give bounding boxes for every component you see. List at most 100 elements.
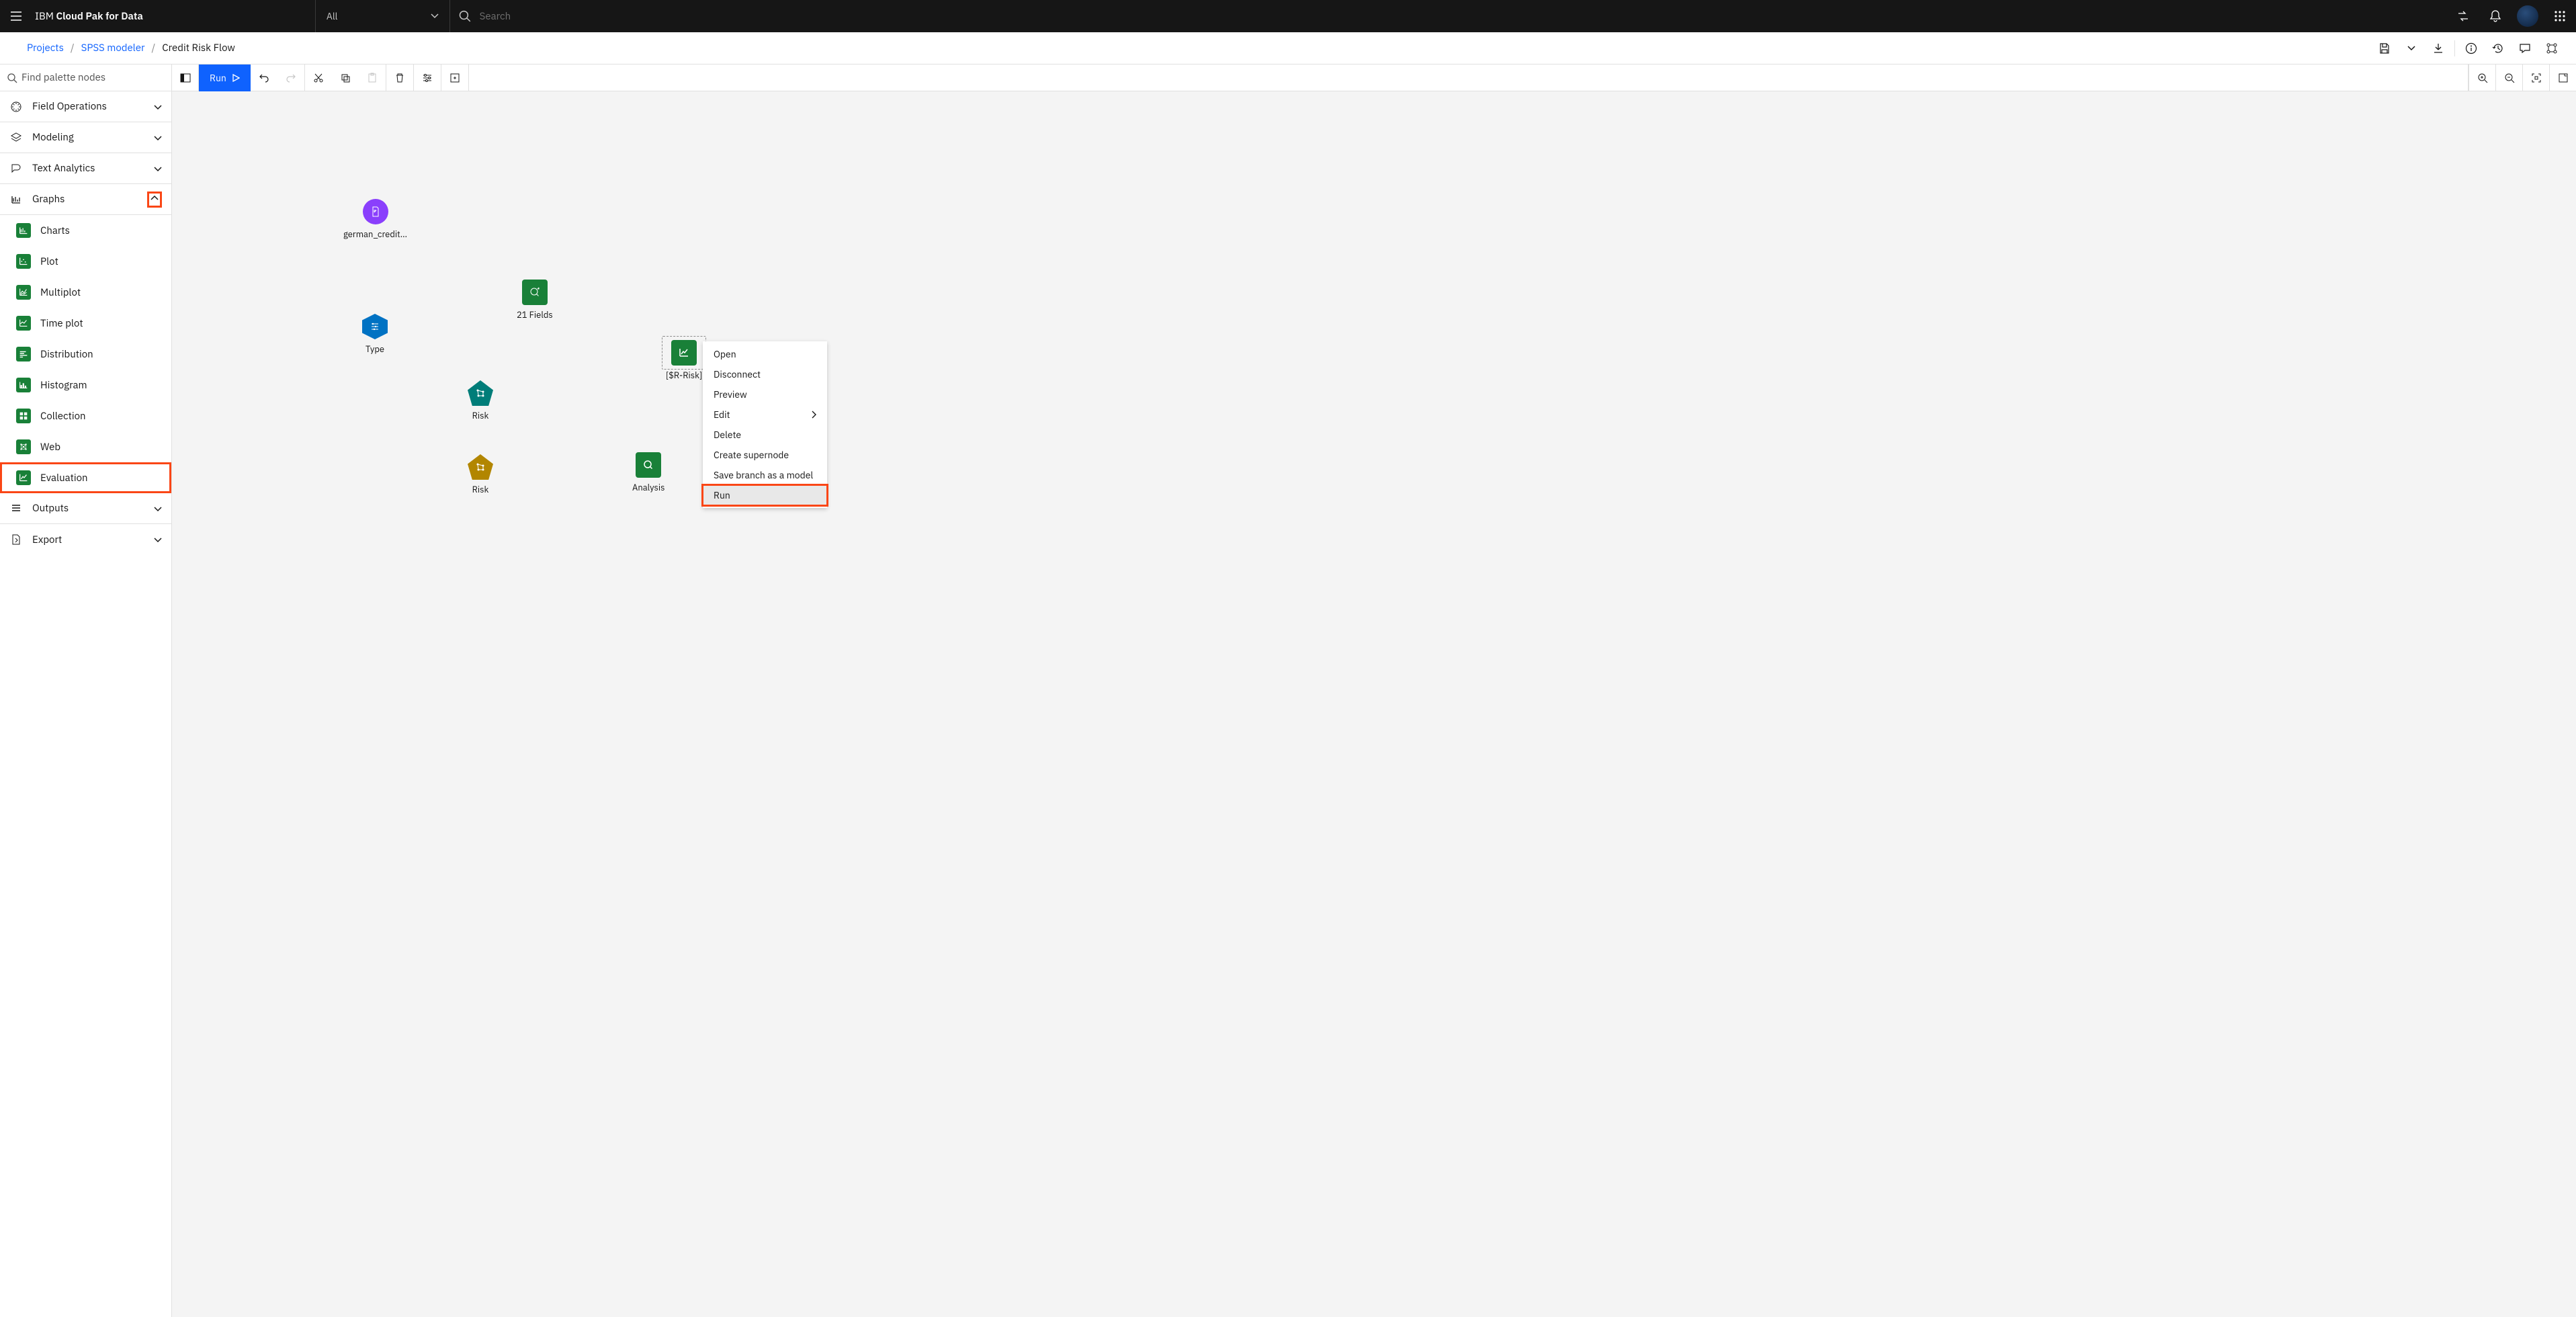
download-button[interactable] xyxy=(2425,32,2452,65)
palette-node-web[interactable]: Web xyxy=(0,431,171,462)
palette-node-time-plot[interactable]: Time plot xyxy=(0,308,171,339)
palette-cat-graphs[interactable]: Graphs xyxy=(0,184,171,215)
brand-label: IBM Cloud Pak for Data xyxy=(32,10,154,23)
save-dropdown[interactable] xyxy=(2398,32,2425,65)
palette-node-label: Collection xyxy=(40,410,86,423)
note-icon xyxy=(2558,73,2569,83)
palette-search[interactable] xyxy=(0,65,172,91)
comment-icon xyxy=(2519,42,2531,54)
cut-icon xyxy=(313,73,324,83)
scope-dropdown-label: All xyxy=(327,10,338,22)
ctx-savebranch[interactable]: Save branch as a model xyxy=(703,465,827,485)
zoom-fit-icon xyxy=(2531,73,2542,83)
history-button[interactable] xyxy=(2485,32,2511,65)
palette-cat-modeling[interactable]: Modeling xyxy=(0,122,171,153)
palette-node-plot[interactable]: Plot xyxy=(0,246,171,277)
palette-node-charts[interactable]: Charts xyxy=(0,215,171,246)
analysis-node-icon xyxy=(636,452,661,478)
palette-node-evaluation[interactable]: Evaluation xyxy=(0,462,171,493)
redo-button[interactable] xyxy=(277,65,304,91)
palette-node-label: Time plot xyxy=(40,317,83,330)
palette-cat-label: Field Operations xyxy=(32,100,144,113)
toggle-palette-button[interactable] xyxy=(172,65,199,91)
type-node-icon xyxy=(362,314,388,339)
canvas-node-evaluation[interactable]: [$R-Risk] xyxy=(666,340,702,381)
chevron-down-icon xyxy=(431,13,439,19)
chevron-down-icon xyxy=(154,101,162,113)
canvas-node-analysis[interactable]: Analysis xyxy=(632,452,664,493)
ctx-edit[interactable]: Edit xyxy=(703,405,827,425)
source-node-icon xyxy=(363,199,388,224)
canvas-node-risk-model[interactable]: Risk xyxy=(468,380,493,421)
palette-node-distribution[interactable]: Distribution xyxy=(0,339,171,370)
palette-cat-field-ops[interactable]: Field Operations xyxy=(0,91,171,122)
palette-node-label: Distribution xyxy=(40,348,93,361)
chevron-right-icon xyxy=(811,411,816,419)
settings-button[interactable] xyxy=(414,65,441,91)
undo-button[interactable] xyxy=(251,65,277,91)
app-switcher-button[interactable] xyxy=(2544,0,2576,32)
supernode-button[interactable] xyxy=(441,65,468,91)
topbar: IBM Cloud Pak for Data All xyxy=(0,0,2576,32)
delete-button[interactable] xyxy=(386,65,413,91)
plot-tile-icon xyxy=(16,254,31,269)
flow-canvas[interactable]: german_credit… Type 21 Fields Risk Risk … xyxy=(172,91,2576,1317)
global-search-input[interactable] xyxy=(480,10,2439,23)
ctx-label: Edit xyxy=(714,409,730,421)
palette-node-collection[interactable]: Collection xyxy=(0,400,171,431)
comments-button[interactable] xyxy=(2511,32,2538,65)
palette-node-histogram[interactable]: Histogram xyxy=(0,370,171,400)
web-tile-icon xyxy=(16,439,31,454)
zoom-out-icon xyxy=(2504,73,2515,83)
ctx-open[interactable]: Open xyxy=(703,344,827,364)
distribution-tile-icon xyxy=(16,347,31,362)
avatar[interactable] xyxy=(2517,5,2538,27)
copy-button[interactable] xyxy=(332,65,359,91)
info-button[interactable] xyxy=(2458,32,2485,65)
chevron-down-icon xyxy=(2407,46,2415,51)
ctx-disconnect[interactable]: Disconnect xyxy=(703,364,827,384)
notifications-button[interactable] xyxy=(2479,0,2511,32)
copy-icon xyxy=(340,73,351,83)
palette-search-input[interactable] xyxy=(22,71,165,84)
ctx-run[interactable]: Run xyxy=(703,485,827,505)
histogram-tile-icon xyxy=(16,378,31,392)
ctx-preview[interactable]: Preview xyxy=(703,384,827,405)
palette-cat-export[interactable]: Export xyxy=(0,524,171,555)
palette-cat-text-analytics[interactable]: Text Analytics xyxy=(0,153,171,184)
asset-button[interactable] xyxy=(2538,32,2565,65)
main-area: Field Operations Modeling Text Analytics… xyxy=(0,91,2576,1317)
paste-button[interactable] xyxy=(359,65,386,91)
global-search[interactable] xyxy=(449,0,2447,32)
ctx-supernode[interactable]: Create supernode xyxy=(703,445,827,465)
ctx-label: Save branch as a model xyxy=(714,469,813,481)
canvas-node-type[interactable]: Type xyxy=(362,314,388,355)
palette-cat-outputs[interactable]: Outputs xyxy=(0,493,171,524)
directions-icon-button[interactable] xyxy=(2447,0,2479,32)
palette-cat-label: Graphs xyxy=(32,193,138,206)
save-button[interactable] xyxy=(2371,32,2398,65)
canvas-node-label: 21 Fields xyxy=(517,309,553,321)
canvas-node-source[interactable]: german_credit… xyxy=(343,199,407,240)
paste-icon xyxy=(367,73,378,83)
cut-button[interactable] xyxy=(305,65,332,91)
breadcrumb-projects[interactable]: Projects xyxy=(27,42,64,54)
breadcrumb-modeler[interactable]: SPSS modeler xyxy=(81,42,145,54)
run-button[interactable]: Run xyxy=(199,65,251,91)
chevron-up-highlighted xyxy=(147,192,162,208)
time-plot-tile-icon xyxy=(16,316,31,331)
zoom-fit-button[interactable] xyxy=(2522,65,2549,91)
scope-dropdown[interactable]: All xyxy=(315,0,449,32)
charts-tile-icon xyxy=(16,223,31,238)
ctx-delete[interactable]: Delete xyxy=(703,425,827,445)
hamburger-menu-button[interactable] xyxy=(0,0,32,32)
zoom-in-button[interactable] xyxy=(2468,65,2495,91)
palette-node-multiplot[interactable]: Multiplot xyxy=(0,277,171,308)
zoom-out-button[interactable] xyxy=(2495,65,2522,91)
canvas-node-21fields[interactable]: 21 Fields xyxy=(517,280,553,321)
comment-tool-button[interactable] xyxy=(2549,65,2576,91)
canvas-node-risk-nugget[interactable]: Risk xyxy=(468,454,493,495)
info-icon xyxy=(2465,42,2477,54)
canvas-node-label: [$R-Risk] xyxy=(666,370,702,381)
evaluation-tile-icon xyxy=(16,470,31,485)
